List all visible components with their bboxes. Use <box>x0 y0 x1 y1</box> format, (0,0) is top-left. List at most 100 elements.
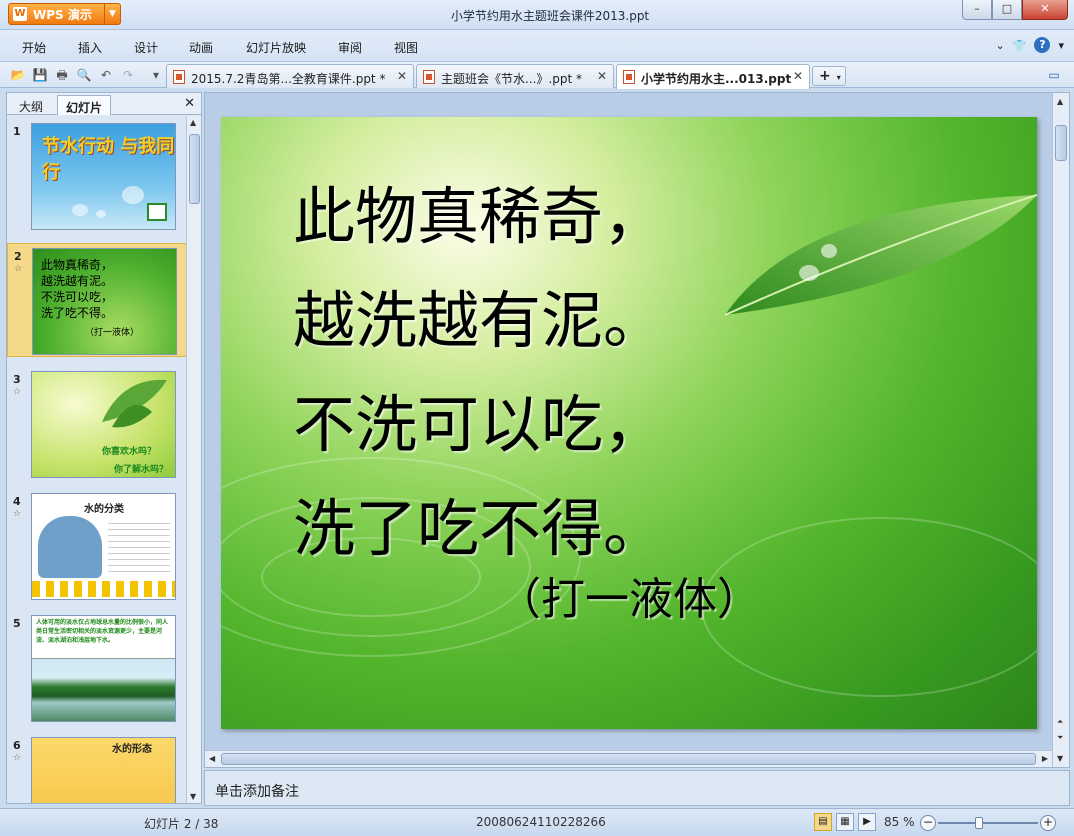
slide-thumbnail-row[interactable]: 1 节水行动 与我同行 <box>7 119 187 233</box>
slide-panel: 大纲 幻灯片 ✕ 1 节水行动 与我同行 2 ☆ 此物真稀奇， 越洗越有泥。 不… <box>6 92 202 804</box>
customize-toolbar-icon[interactable]: ▾ <box>148 67 164 83</box>
scroll-down-icon[interactable]: ▼ <box>1057 754 1063 763</box>
zoom-in-button[interactable]: + <box>1040 815 1056 831</box>
save-icon[interactable]: 💾 <box>32 67 48 83</box>
redo-icon[interactable]: ↷ <box>120 67 136 83</box>
skin-icon[interactable]: 👕 <box>1013 39 1027 52</box>
horizontal-scrollbar[interactable]: ◀ ▶ <box>205 750 1052 767</box>
scroll-up-icon[interactable]: ▲ <box>190 118 196 127</box>
thumbnail-title: 水的分类 <box>84 504 124 515</box>
menu-review[interactable]: 审阅 <box>338 39 362 56</box>
slide-thumbnail[interactable]: 节水行动 与我同行 <box>31 123 176 230</box>
slide-sorter-icon[interactable]: ▦ <box>836 813 854 831</box>
window-title: 小学节约用水主题班会课件2013.ppt <box>450 9 650 23</box>
leaf-icon <box>102 379 167 428</box>
zoom-slider-handle[interactable] <box>975 817 983 829</box>
help-icon[interactable]: ? <box>1034 37 1051 53</box>
wps-app-menu-button[interactable]: W WPS 演示 ▼ <box>8 3 121 25</box>
panel-scrollbar[interactable]: ▲ ▼ <box>186 116 201 803</box>
close-tab-icon[interactable]: ✕ <box>397 69 407 83</box>
slide-number: 5 <box>13 617 21 630</box>
new-tab-button[interactable]: + ▾ <box>812 66 846 86</box>
menu-bar: 开始 插入 设计 动画 幻灯片放映 审阅 视图 ⌄ 👕 ? ▾ <box>0 30 1074 62</box>
animation-star-icon: ☆ <box>13 509 22 519</box>
undo-icon[interactable]: ↶ <box>98 67 114 83</box>
slide-thumbnail-row[interactable]: 5 人体可用的淡水仅占地球总水量的比例很小，同人类日常生活密切相关的淡水资源更少… <box>7 611 187 725</box>
previous-slide-icon[interactable]: ⏶ <box>1057 717 1063 727</box>
maximize-button[interactable]: □ <box>992 0 1022 20</box>
tab-slides[interactable]: 幻灯片 <box>57 95 112 115</box>
app-name: WPS 演示 <box>33 7 92 22</box>
slide-canvas: 此物真稀奇， 越洗越有泥。 不洗可以吃， 洗了吃不得。 （打一液体） ▲ ⏶ ⏷… <box>204 92 1070 768</box>
slide-number: 1 <box>13 125 21 138</box>
scrollbar-thumb[interactable] <box>189 134 200 204</box>
menu-animation[interactable]: 动画 <box>189 39 213 56</box>
slide-number: 3 <box>13 373 21 386</box>
tab-label: 小学节约用水主...013.ppt <box>641 72 792 86</box>
menu-insert[interactable]: 插入 <box>78 39 102 56</box>
slide-thumbnail[interactable]: 水的分类 <box>31 493 176 600</box>
slide-thumbnail[interactable]: 人体可用的淡水仅占地球总水量的比例很小，同人类日常生活密切相关的淡水资源更少，主… <box>31 615 176 722</box>
slide-thumbnail-row[interactable]: 6 ☆ 水的形态 <box>7 733 187 803</box>
slide-thumbnail-row[interactable]: 3 ☆ 你喜欢水吗？ 你了解水吗？ <box>7 367 187 481</box>
tab-outline[interactable]: 大纲 <box>11 95 51 115</box>
minimize-button[interactable]: – <box>962 0 992 20</box>
riddle-line: 不洗可以吃， <box>293 388 666 461</box>
scrollbar-thumb[interactable] <box>221 753 1036 765</box>
open-folder-icon[interactable]: 📂 <box>10 67 26 83</box>
chevron-down-icon[interactable]: ▾ <box>837 73 841 82</box>
lake-image <box>32 658 175 721</box>
normal-view-icon[interactable]: ▤ <box>814 813 832 831</box>
slide-thumbnail-row[interactable]: 4 ☆ 水的分类 <box>7 489 187 603</box>
thumbnail-line: 越洗越有泥。 <box>41 274 114 288</box>
animation-star-icon: ☆ <box>13 753 22 763</box>
tab-document-1[interactable]: 2015.7.2青岛第...全教育课件.ppt * ✕ <box>166 64 414 88</box>
scroll-left-icon[interactable]: ◀ <box>209 754 215 763</box>
zoom-out-button[interactable]: − <box>920 815 936 831</box>
close-button[interactable]: ✕ <box>1022 0 1068 20</box>
slideshow-icon[interactable]: ▶ <box>858 813 876 831</box>
zoom-slider[interactable] <box>938 822 1038 824</box>
animation-star-icon: ☆ <box>14 264 23 274</box>
menu-design[interactable]: 设计 <box>134 39 158 56</box>
thumbnail-question: 你了解水吗？ <box>114 465 169 475</box>
slide[interactable]: 此物真稀奇， 越洗越有泥。 不洗可以吃， 洗了吃不得。 （打一液体） <box>221 117 1037 729</box>
ppt-file-icon <box>173 70 185 84</box>
print-icon[interactable]: 🖶 <box>54 67 70 83</box>
thumbnail-line: 此物真稀奇， <box>41 258 114 272</box>
water-logo-icon <box>147 203 167 221</box>
print-preview-icon[interactable]: 🔍 <box>76 67 92 83</box>
menu-home[interactable]: 开始 <box>22 39 46 56</box>
scroll-down-icon[interactable]: ▼ <box>190 792 196 801</box>
scroll-right-icon[interactable]: ▶ <box>1042 754 1048 763</box>
chevron-down-icon[interactable]: ▼ <box>104 4 120 24</box>
menu-view[interactable]: 视图 <box>394 39 418 56</box>
notes-area[interactable]: 单击添加备注 <box>204 770 1070 806</box>
slide-thumbnail-row[interactable]: 2 ☆ 此物真稀奇， 越洗越有泥。 不洗可以吃， 洗了吃不得。 （打一液体） <box>7 243 187 357</box>
ppt-file-icon <box>423 70 435 84</box>
riddle-line: 越洗越有泥。 <box>293 284 666 357</box>
quick-access-toolbar: 📂 💾 🖶 🔍 ↶ ↷ ▾ 2015.7.2青岛第...全教育课件.ppt * … <box>0 62 1074 89</box>
thumbnail-question: 你喜欢水吗？ <box>102 447 157 457</box>
riddle-text[interactable]: 此物真稀奇， 越洗越有泥。 不洗可以吃， 洗了吃不得。 <box>293 165 665 581</box>
scroll-up-icon[interactable]: ▲ <box>1057 97 1063 106</box>
riddle-hint[interactable]: （打一液体） <box>497 563 761 627</box>
slide-thumbnail[interactable]: 水的形态 <box>31 737 176 803</box>
close-tab-icon[interactable]: ✕ <box>597 69 607 83</box>
tab-document-3[interactable]: 小学节约用水主...013.ppt ✕ <box>616 64 810 89</box>
scrollbar-thumb[interactable] <box>1055 125 1067 161</box>
tab-document-2[interactable]: 主题班会《节水...》.ppt * ✕ <box>416 64 614 88</box>
collapse-ribbon-icon[interactable]: ⌄ <box>996 39 1005 52</box>
close-panel-icon[interactable]: ✕ <box>184 96 195 111</box>
next-slide-icon[interactable]: ⏷ <box>1057 733 1063 743</box>
slide-thumbnail[interactable]: 你喜欢水吗？ 你了解水吗？ <box>31 371 176 478</box>
tab-label: 主题班会《节水...》.ppt * <box>441 72 583 86</box>
vertical-scrollbar[interactable]: ▲ ⏶ ⏷ ▼ <box>1052 93 1069 767</box>
thumbnail-text: 人体可用的淡水仅占地球总水量的比例很小，同人类日常生活密切相关的淡水资源更少，主… <box>36 619 169 644</box>
thumbnail-title: 节水行动 与我同行 <box>42 136 175 183</box>
chevron-down-icon[interactable]: ▾ <box>1058 39 1064 52</box>
slide-thumbnail[interactable]: 此物真稀奇， 越洗越有泥。 不洗可以吃， 洗了吃不得。 （打一液体） <box>32 248 177 355</box>
close-tab-icon[interactable]: ✕ <box>793 69 803 83</box>
menu-slideshow[interactable]: 幻灯片放映 <box>246 39 306 56</box>
window-list-icon[interactable]: ▭ <box>1046 67 1062 83</box>
